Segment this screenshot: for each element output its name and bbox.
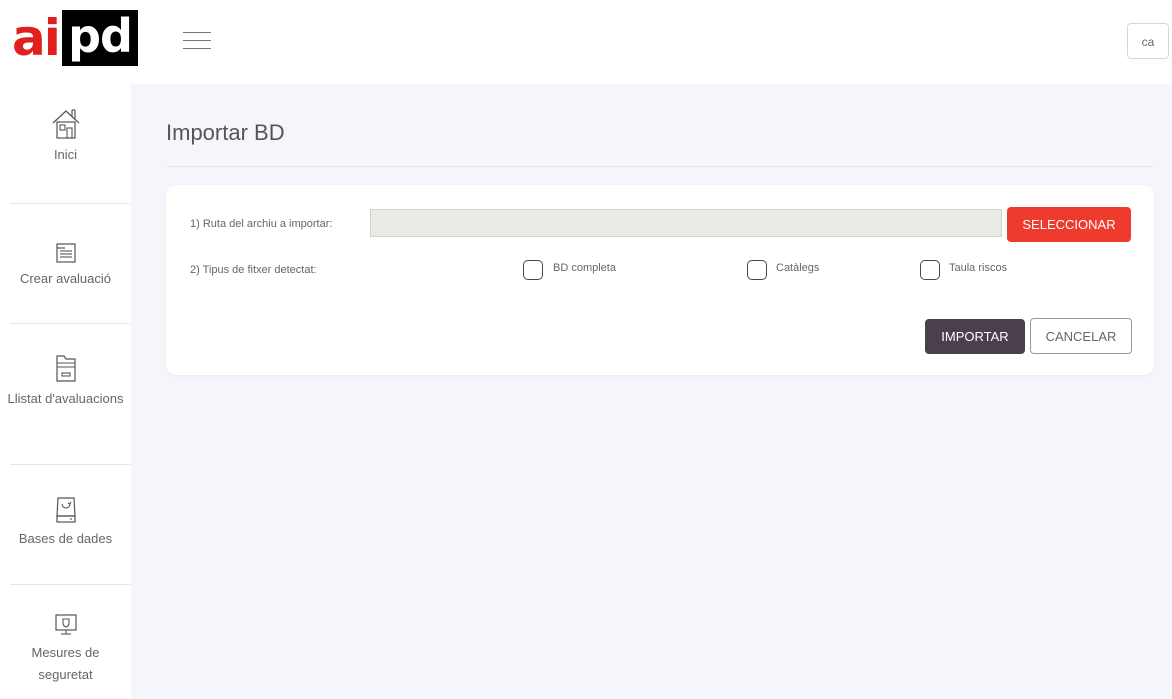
sidebar-item-bases-de-dades[interactable]: Bases de dades bbox=[0, 494, 131, 550]
checkbox-label-bd-completa: BD completa bbox=[553, 262, 616, 274]
sidebar-item-label: Crear avaluació bbox=[19, 271, 112, 286]
sidebar-divider bbox=[10, 323, 131, 324]
title-divider bbox=[166, 166, 1154, 167]
page-title: Importar BD bbox=[166, 120, 285, 145]
checkbox-catalegs[interactable] bbox=[747, 260, 767, 280]
menu-toggle-icon[interactable] bbox=[183, 30, 211, 52]
checkbox-taula-riscos[interactable] bbox=[920, 260, 940, 280]
sidebar-item-label: Mesures de seguretat bbox=[31, 645, 100, 682]
monitor-shield-icon bbox=[54, 614, 77, 635]
sidebar-item-crear-avaluacio[interactable]: Crear avaluació bbox=[0, 242, 131, 290]
folder-list-icon bbox=[55, 355, 76, 382]
sidebar-item-mesures-seguretat[interactable]: Mesures de seguretat bbox=[0, 612, 131, 686]
database-drive-icon bbox=[55, 497, 76, 523]
sidebar-item-inici[interactable]: Inici bbox=[0, 106, 131, 166]
sidebar-divider bbox=[10, 584, 131, 585]
sidebar-item-llistat-avaluacions[interactable]: Llistat d'avaluacions bbox=[0, 352, 131, 410]
logo-text-pd: pd bbox=[62, 10, 138, 66]
file-path-input[interactable] bbox=[370, 209, 1002, 237]
import-button[interactable]: IMPORTAR bbox=[925, 319, 1025, 354]
logo-text-ai: ai bbox=[12, 9, 61, 67]
path-label: 1) Ruta del archiu a importar: bbox=[190, 218, 333, 230]
cancel-button[interactable]: CANCELAR bbox=[1030, 318, 1132, 354]
checkbox-label-catalegs: Catàlegs bbox=[776, 262, 820, 274]
file-type-label: 2) Tipus de fitxer detectat: bbox=[190, 264, 317, 276]
sidebar-divider bbox=[10, 464, 131, 465]
sidebar-item-label: Inici bbox=[53, 147, 78, 162]
top-header: ai pd ca bbox=[0, 0, 1172, 84]
checkbox-label-taula-riscos: Taula riscos bbox=[949, 262, 1008, 274]
aipd-logo[interactable]: ai pd bbox=[12, 10, 138, 66]
home-icon bbox=[52, 109, 79, 139]
sidebar-item-label: Bases de dades bbox=[18, 531, 113, 546]
sidebar: Inici Crear avaluació Llistat d'avaluaci… bbox=[0, 84, 131, 699]
checkbox-bd-completa[interactable] bbox=[523, 260, 543, 280]
sidebar-item-label: Llistat d'avaluacions bbox=[7, 391, 124, 406]
select-file-button[interactable]: SELECCIONAR bbox=[1007, 207, 1131, 242]
language-selector[interactable]: ca bbox=[1127, 23, 1169, 59]
form-icon bbox=[55, 243, 76, 263]
sidebar-divider bbox=[10, 203, 131, 204]
